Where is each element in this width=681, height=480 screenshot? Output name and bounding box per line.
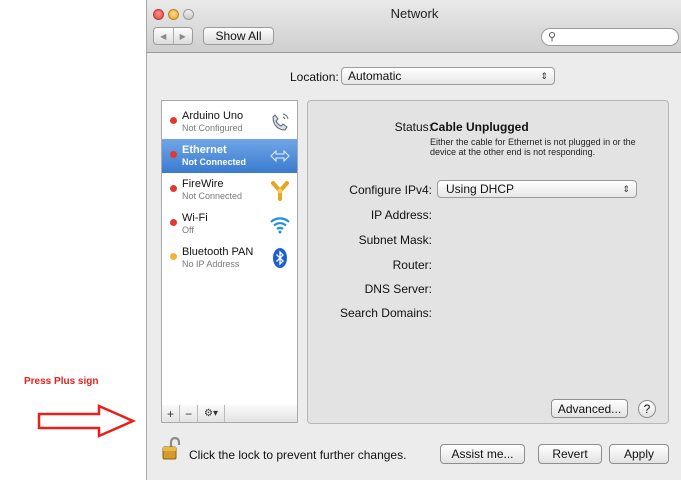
forward-arrow-icon[interactable]: ▶ <box>174 28 193 44</box>
status-dot <box>170 219 177 226</box>
search-domains-label: Search Domains: <box>339 306 432 320</box>
subnet-mask-label: Subnet Mask: <box>358 233 432 247</box>
router-label: Router: <box>392 258 432 272</box>
ipv4-label: Configure IPv4: <box>349 183 432 197</box>
service-item-ethernet[interactable]: Ethernet Not Connected <box>162 139 297 173</box>
configure-ipv4-select[interactable]: Using DHCP ⇕ <box>437 180 637 198</box>
status-dot <box>170 185 177 192</box>
apply-button[interactable]: Apply <box>609 444 669 464</box>
location-value: Automatic <box>348 69 402 83</box>
remove-service-button[interactable]: − <box>180 405 198 422</box>
status-note: Either the cable for Ethernet is not plu… <box>430 137 636 157</box>
service-name: Bluetooth PAN <box>182 246 254 258</box>
service-status: Not Connected <box>182 191 243 201</box>
service-name: Wi-Fi <box>182 212 208 224</box>
service-item-arduino-uno[interactable]: Arduino Uno Not Configured <box>162 105 297 139</box>
phone-icon <box>272 113 289 131</box>
location-label: Location: <box>290 70 339 84</box>
status-dot <box>170 253 177 260</box>
wifi-icon <box>270 217 290 234</box>
service-name: Arduino Uno <box>182 110 244 122</box>
lock-message: Click the lock to prevent further change… <box>189 448 407 462</box>
firewire-icon <box>271 181 289 201</box>
updown-arrows-icon: ⇕ <box>622 184 630 194</box>
service-item-firewire[interactable]: FireWire Not Connected <box>162 173 297 207</box>
revert-button[interactable]: Revert <box>538 444 602 464</box>
advanced-button[interactable]: Advanced... <box>551 399 628 418</box>
service-status: Not Configured <box>182 123 243 133</box>
show-all-button[interactable]: Show All <box>203 27 274 45</box>
service-status: No IP Address <box>182 259 240 269</box>
search-input[interactable]: ⚲ <box>541 28 679 46</box>
service-item-wifi[interactable]: Wi-Fi Off <box>162 207 297 241</box>
dns-server-label: DNS Server: <box>364 282 432 296</box>
annotation-label: Press Plus sign <box>24 376 99 387</box>
location-select[interactable]: Automatic ⇕ <box>341 67 555 85</box>
help-button[interactable]: ? <box>638 400 656 418</box>
bluetooth-icon <box>273 248 287 268</box>
search-icon: ⚲ <box>548 31 557 43</box>
red-arrow-icon <box>37 404 137 438</box>
service-list: Arduino Uno Not Configured Ethernet Not … <box>161 100 298 406</box>
window-title: Network <box>390 6 439 21</box>
service-status: Off <box>182 225 194 235</box>
service-name: FireWire <box>182 178 224 190</box>
ethernet-arrows-icon <box>270 149 290 163</box>
ipv4-value: Using DHCP <box>446 182 515 196</box>
status-value: Cable Unplugged <box>430 120 529 134</box>
service-list-toolbar: + − ⚙▾ <box>161 405 298 423</box>
service-item-bluetooth-pan[interactable]: Bluetooth PAN No IP Address <box>162 241 297 275</box>
status-label: Status: <box>394 120 432 134</box>
service-status: Not Connected <box>182 157 246 167</box>
ip-address-label: IP Address: <box>370 208 432 222</box>
updown-arrows-icon: ⇕ <box>540 71 548 81</box>
back-forward-control[interactable]: ◀ ▶ <box>153 27 193 45</box>
assist-me-button[interactable]: Assist me... <box>440 444 525 464</box>
status-dot <box>170 151 177 158</box>
network-window: Network ◀ ▶ Show All ⚲ Location: Automat… <box>146 0 681 480</box>
lock-icon[interactable] <box>161 437 183 461</box>
service-name: Ethernet <box>182 144 227 156</box>
title-bar: Network ◀ ▶ Show All ⚲ <box>147 0 681 53</box>
gear-menu-button[interactable]: ⚙▾ <box>198 405 225 422</box>
add-service-button[interactable]: + <box>162 405 180 422</box>
back-arrow-icon[interactable]: ◀ <box>154 28 174 44</box>
status-dot <box>170 117 177 124</box>
